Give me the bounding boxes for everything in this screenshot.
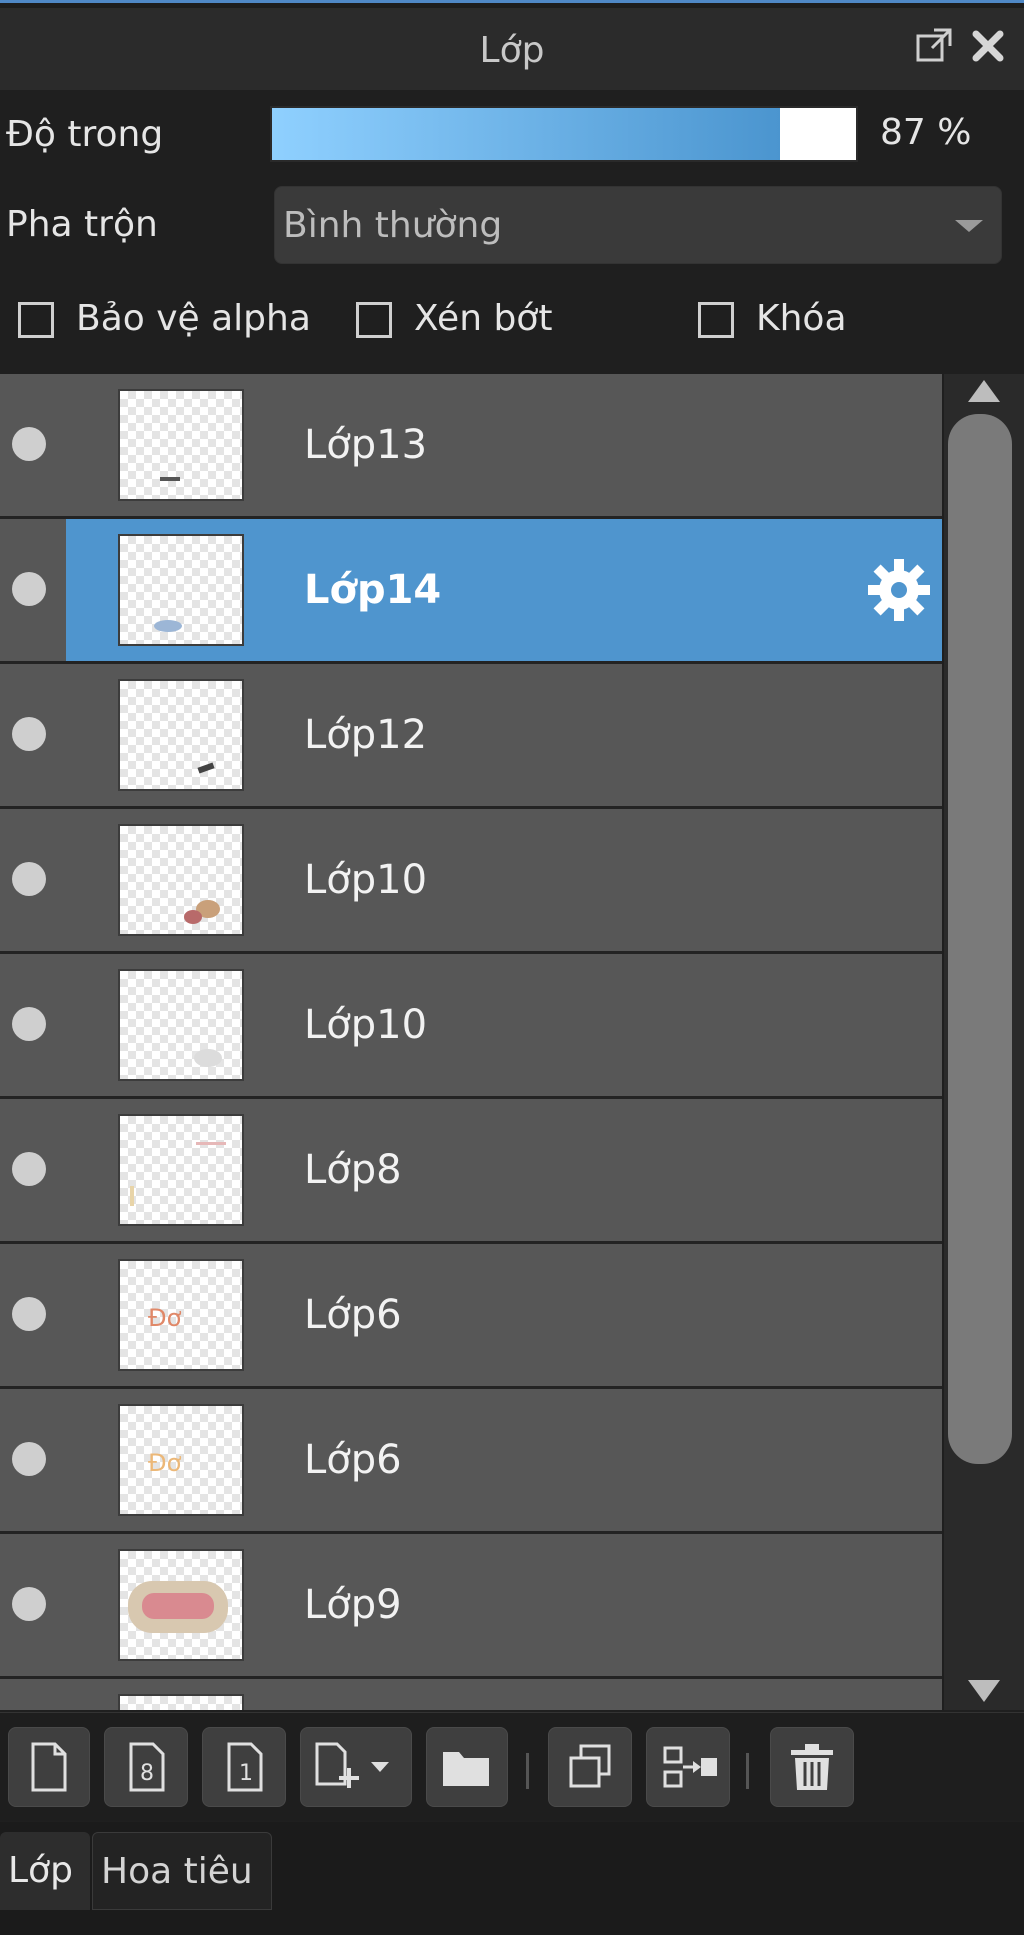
- opacity-value: 87 %: [880, 112, 972, 153]
- visibility-icon[interactable]: [12, 572, 46, 606]
- layer-name: Lớp8: [304, 1147, 402, 1193]
- layer-row[interactable]: Lớp10: [0, 809, 942, 951]
- scroll-up-icon[interactable]: [968, 380, 1000, 402]
- svg-text:8: 8: [140, 1761, 154, 1786]
- blend-label: Pha trộn: [6, 204, 158, 245]
- new-folder-button[interactable]: [426, 1727, 508, 1807]
- visibility-icon[interactable]: [12, 1152, 46, 1186]
- layer-name: Lớp13: [304, 422, 428, 468]
- layer-thumbnail: Đơ: [118, 1404, 244, 1516]
- layer-row[interactable]: Lớp9: [0, 1534, 942, 1676]
- panel-title: Lớp: [479, 30, 545, 71]
- clipping-checkbox[interactable]: [356, 302, 392, 338]
- duplicate-layer-button[interactable]: [548, 1727, 632, 1807]
- layer-row[interactable]: Lớp13: [0, 374, 942, 516]
- tab-navigator[interactable]: Hoa tiêu: [92, 1832, 272, 1910]
- merge-down-button[interactable]: [646, 1727, 730, 1807]
- layer-row[interactable]: Lớp12: [0, 664, 942, 806]
- layer-thumbnail: [118, 679, 244, 791]
- layer-name: Lớp6: [304, 1437, 402, 1483]
- visibility-icon[interactable]: [12, 1007, 46, 1041]
- layer-name: Lớp10: [304, 1002, 428, 1048]
- layer-row[interactable]: [0, 1679, 942, 1710]
- layer-name: Lớp12: [304, 712, 428, 758]
- add-layer-dropdown-button[interactable]: [300, 1727, 412, 1807]
- visibility-icon[interactable]: [12, 1297, 46, 1331]
- new-1bit-layer-icon: 1: [227, 1742, 263, 1792]
- layer-row[interactable]: Lớp10: [0, 954, 942, 1096]
- folder-icon: [443, 1752, 489, 1786]
- toolbar-separator: [746, 1753, 749, 1789]
- layer-row[interactable]: Lớp14: [0, 519, 942, 661]
- layer-name: Lớp14: [304, 567, 442, 613]
- add-layer-dropdown-icon: [315, 1742, 389, 1788]
- new-1bit-layer-button[interactable]: 1: [202, 1727, 286, 1807]
- popout-icon[interactable]: [912, 26, 956, 70]
- layer-thumbnail: [118, 824, 244, 936]
- chevron-down-icon: [955, 220, 983, 232]
- layer-row[interactable]: Lớp8: [0, 1099, 942, 1241]
- blend-mode-value: Bình thường: [283, 205, 503, 246]
- layer-row[interactable]: Đơ Lớp6: [0, 1389, 942, 1531]
- lock-label: Khóa: [756, 298, 847, 339]
- panel-titlebar: Lớp: [0, 8, 1024, 90]
- visibility-icon[interactable]: [12, 717, 46, 751]
- visibility-icon[interactable]: [12, 862, 46, 896]
- visibility-icon[interactable]: [12, 427, 46, 461]
- visibility-icon[interactable]: [12, 1587, 46, 1621]
- new-8bit-layer-button[interactable]: 8: [104, 1727, 188, 1807]
- svg-text:1: 1: [239, 1761, 253, 1786]
- trash-icon: [791, 1744, 833, 1790]
- delete-layer-button[interactable]: [770, 1727, 854, 1807]
- layer-thumbnail: [118, 534, 244, 646]
- layer-row[interactable]: Đơ Lớp6: [0, 1244, 942, 1386]
- layer-thumbnail: [118, 1694, 244, 1710]
- opacity-slider[interactable]: [270, 106, 858, 162]
- protect-alpha-checkbox[interactable]: [18, 302, 54, 338]
- merge-down-icon: [663, 1746, 717, 1788]
- close-icon[interactable]: [966, 26, 1010, 70]
- gear-icon[interactable]: [864, 555, 934, 625]
- layer-name: Lớp9: [304, 1582, 402, 1628]
- layer-thumbnail: [118, 389, 244, 501]
- layer-thumbnail: [118, 1549, 244, 1661]
- scrollbar-thumb[interactable]: [948, 414, 1012, 1464]
- window-top-border: [0, 0, 1024, 8]
- toolbar-separator: [526, 1753, 529, 1789]
- layer-toolbar: 8 1: [0, 1712, 1024, 1821]
- new-layer-icon: [31, 1742, 67, 1792]
- opacity-slider-fill: [272, 108, 781, 160]
- panel-tabs: Lớp Hoa tiêu: [0, 1822, 1024, 1935]
- blend-mode-select[interactable]: Bình thường: [274, 186, 1002, 264]
- lock-checkbox[interactable]: [698, 302, 734, 338]
- layer-name: Lớp6: [304, 1292, 402, 1338]
- layer-thumbnail: [118, 969, 244, 1081]
- tab-layers[interactable]: Lớp: [0, 1832, 90, 1910]
- layer-thumbnail: [118, 1114, 244, 1226]
- layer-list[interactable]: Lớp13 Lớp14 Lớp12 Lớp10 Lớp10 Lớp8 Đơ Lớp6 Đơ Lớp…: [0, 374, 942, 1710]
- visibility-icon[interactable]: [12, 1442, 46, 1476]
- opacity-label: Độ trong: [6, 114, 164, 155]
- clipping-label: Xén bớt: [414, 298, 553, 339]
- duplicate-layer-icon: [569, 1744, 611, 1788]
- layer-name: Lớp10: [304, 857, 428, 903]
- layer-thumbnail: Đơ: [118, 1259, 244, 1371]
- new-layer-button[interactable]: [8, 1727, 90, 1807]
- new-8bit-layer-icon: 8: [129, 1742, 165, 1792]
- scroll-down-icon[interactable]: [968, 1680, 1000, 1702]
- protect-alpha-label: Bảo vệ alpha: [76, 298, 311, 339]
